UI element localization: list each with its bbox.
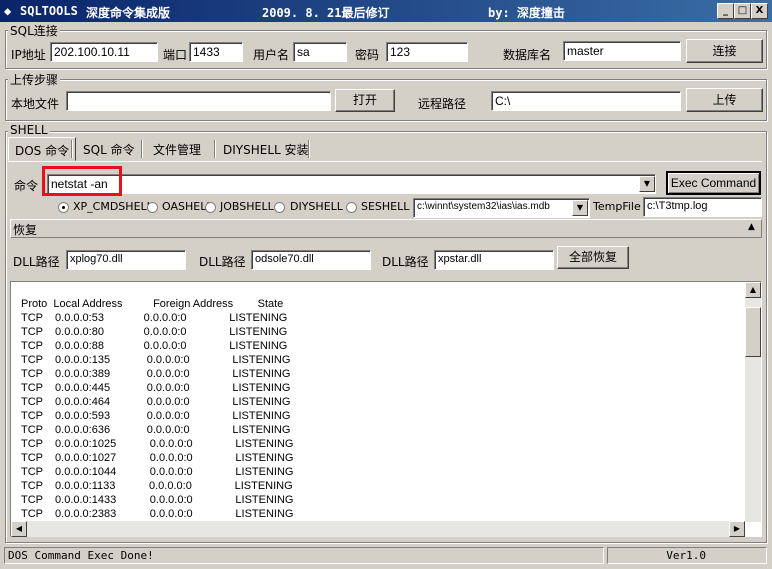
radio-seshell[interactable]: [346, 202, 357, 213]
local-file-label: 本地文件: [11, 97, 60, 111]
tempfile-input[interactable]: c:\T3tmp.log: [643, 197, 762, 217]
connect-button[interactable]: 连接: [686, 39, 763, 63]
radio-xp-cmdshell[interactable]: [58, 202, 69, 213]
radio-diyshell-label: DIYSHELL: [290, 200, 343, 213]
minimize-button[interactable]: _: [717, 3, 734, 19]
author: by: 深度撞击: [488, 6, 565, 20]
output-line: TCP 0.0.0.0:80 0.0.0.0:0 LISTENING: [21, 326, 288, 338]
output-line: TCP 0.0.0.0:135 0.0.0.0:0 LISTENING: [21, 354, 291, 366]
mdb-dropdown-icon[interactable]: ▼: [572, 200, 588, 216]
ip-label: IP地址: [11, 48, 46, 62]
tab-sql-command[interactable]: SQL 命令: [77, 137, 141, 161]
vertical-scrollbar[interactable]: ▲: [745, 282, 761, 522]
app-edition: 深度命令集成版: [86, 6, 171, 20]
remote-path-label: 远程路径: [418, 97, 467, 111]
tab-strip-line: [8, 161, 762, 162]
output-line: TCP 0.0.0.0:464 0.0.0.0:0 LISTENING: [21, 396, 291, 408]
scroll-right-icon[interactable]: ▶: [729, 521, 745, 537]
radio-seshell-label: SESHELL: [361, 200, 410, 213]
upload-title: 上传步骤: [8, 71, 61, 88]
scroll-left-icon[interactable]: ◀: [11, 521, 27, 537]
restore-title: 恢复: [13, 223, 38, 237]
tempfile-label: TempFile: [593, 200, 641, 213]
mdb-path-select[interactable]: c:\winnt\system32\ias\ias.mdb: [413, 198, 590, 218]
tab-file-manager[interactable]: 文件管理: [147, 137, 207, 161]
tab-separator: [214, 140, 215, 158]
output-line: TCP 0.0.0.0:389 0.0.0.0:0 LISTENING: [21, 368, 291, 380]
collapse-icon[interactable]: ▲: [748, 222, 755, 232]
radio-jobshell-label: JOBSHELL: [220, 200, 274, 213]
command-highlight: [42, 166, 122, 196]
password-label: 密码: [355, 48, 380, 62]
tab-separator: [141, 140, 142, 158]
close-button[interactable]: X: [751, 3, 768, 19]
command-label: 命令: [14, 179, 39, 193]
dll-path-label-1: DLL路径: [13, 255, 60, 269]
tab-separator: [308, 140, 309, 158]
output-line: TCP 0.0.0.0:1044 0.0.0.0:0 LISTENING: [21, 466, 294, 478]
dll-path-label-2: DLL路径: [199, 255, 246, 269]
dll-path-input-2[interactable]: odsole70.dll: [251, 250, 371, 270]
open-button[interactable]: 打开: [335, 89, 395, 112]
username-label: 用户名: [253, 48, 290, 62]
password-input[interactable]: 123: [386, 42, 468, 62]
status-bar: DOS Command Exec Done! Ver1.0: [0, 545, 772, 569]
username-input[interactable]: sa: [293, 42, 347, 62]
command-dropdown-icon[interactable]: ▼: [639, 176, 655, 192]
radio-oashell[interactable]: [147, 202, 158, 213]
output-line: TCP 0.0.0.0:1025 0.0.0.0:0 LISTENING: [21, 438, 294, 450]
revision-date: 2009. 8. 21最后修订: [262, 6, 390, 20]
ip-input[interactable]: 202.100.10.11: [50, 42, 158, 62]
database-input[interactable]: master: [563, 41, 681, 61]
status-message: DOS Command Exec Done!: [4, 547, 604, 564]
output-line: TCP 0.0.0.0:593 0.0.0.0:0 LISTENING: [21, 410, 291, 422]
app-title: SQLTOOLS: [20, 4, 78, 18]
output-line: TCP 0.0.0.0:88 0.0.0.0:0 LISTENING: [21, 340, 288, 352]
restore-all-button[interactable]: 全部恢复: [557, 246, 629, 269]
scroll-up-icon[interactable]: ▲: [745, 282, 761, 298]
command-output[interactable]: Proto Local Address Foreign Address Stat…: [10, 281, 762, 537]
restore-header[interactable]: [10, 219, 762, 238]
radio-diyshell[interactable]: [274, 202, 285, 213]
radio-xp-cmdshell-label: XP_CMDSHELL: [73, 200, 153, 213]
title-bar[interactable]: ◆ SQLTOOLS 深度命令集成版 2009. 8. 21最后修订 by: 深…: [0, 0, 772, 22]
horizontal-scrollbar[interactable]: ◀ ▶: [11, 521, 745, 537]
dll-path-label-3: DLL路径: [382, 255, 429, 269]
tab-dos-command[interactable]: DOS 命令: [8, 137, 77, 161]
output-line: TCP 0.0.0.0:2383 0.0.0.0:0 LISTENING: [21, 508, 294, 520]
remote-path-input[interactable]: C:\: [491, 91, 681, 111]
output-line: TCP 0.0.0.0:53 0.0.0.0:0 LISTENING: [21, 312, 288, 324]
radio-jobshell[interactable]: [205, 202, 216, 213]
output-line: TCP 0.0.0.0:445 0.0.0.0:0 LISTENING: [21, 382, 291, 394]
app-icon: ◆: [4, 4, 12, 18]
database-label: 数据库名: [503, 48, 552, 62]
dll-path-input-3[interactable]: xpstar.dll: [434, 250, 554, 270]
output-line: TCP 0.0.0.0:1133 0.0.0.0:0 LISTENING: [21, 480, 293, 492]
output-line: TCP 0.0.0.0:1027 0.0.0.0:0 LISTENING: [21, 452, 294, 464]
dll-path-input-1[interactable]: xplog70.dll: [66, 250, 186, 270]
output-header: Proto Local Address Foreign Address Stat…: [21, 298, 284, 310]
sql-connect-title: SQL连接: [8, 22, 60, 39]
output-line: TCP 0.0.0.0:1433 0.0.0.0:0 LISTENING: [21, 494, 294, 506]
tab-separator: [71, 140, 72, 158]
version-label: Ver1.0: [607, 547, 767, 564]
local-file-input[interactable]: [66, 91, 331, 111]
tab-diyshell-install[interactable]: DIYSHELL 安装: [217, 137, 315, 161]
output-line: TCP 0.0.0.0:636 0.0.0.0:0 LISTENING: [21, 424, 291, 436]
shell-title: SHELL: [8, 123, 50, 137]
command-input[interactable]: netstat -an: [47, 174, 656, 194]
restore-button[interactable]: □: [734, 3, 751, 19]
scroll-thumb[interactable]: [745, 307, 761, 357]
exec-command-button[interactable]: Exec Command: [666, 171, 761, 195]
upload-button[interactable]: 上传: [686, 88, 763, 112]
port-label: 端口: [163, 48, 188, 62]
port-input[interactable]: 1433: [189, 42, 243, 62]
